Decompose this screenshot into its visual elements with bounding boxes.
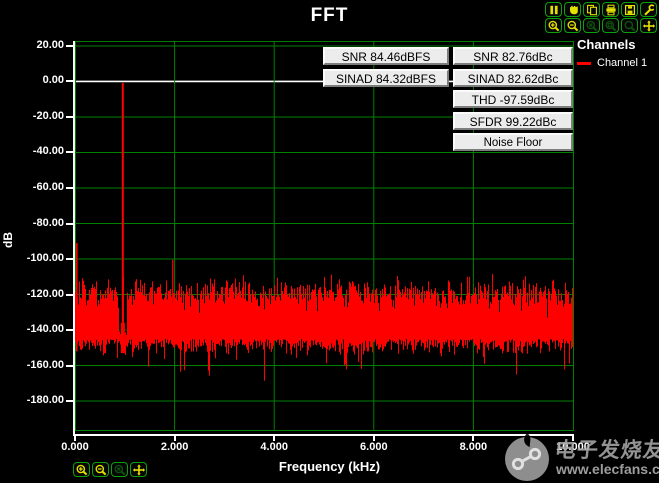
print-button[interactable]	[602, 2, 619, 17]
legend-title: Channels	[577, 37, 636, 52]
zoom-out-button[interactable]	[92, 462, 109, 477]
x-axis-line	[73, 434, 574, 436]
y-tick-label: 20.00	[36, 38, 64, 51]
legend-item-channel-1[interactable]: Channel 1	[577, 57, 647, 69]
y-tick-mark	[66, 44, 74, 47]
stat-sfdr-dbc: SFDR 99.22dBc	[453, 111, 573, 130]
x-tick-label: 0.000	[61, 441, 89, 453]
stat-thd-dbc: THD -97.59dBc	[453, 90, 573, 108]
elecfans-logo-icon	[505, 433, 549, 481]
y-tick-label: -180.00	[26, 394, 64, 407]
copy-button[interactable]	[583, 2, 600, 17]
channel-1-color-swatch	[577, 61, 591, 65]
stat-sinad-dbfs: SINAD 84.32dBFS	[323, 68, 449, 87]
x-tick-label: 6.000	[360, 441, 388, 453]
hand-grab-button[interactable]	[564, 2, 581, 17]
y-tick-label: -20.00	[32, 109, 64, 122]
wrench-settings-button[interactable]	[640, 2, 657, 17]
y-tick-mark	[66, 187, 74, 189]
channel-1-label: Channel 1	[597, 57, 648, 69]
channels-legend: Channels Channel 1	[577, 37, 647, 69]
zoom-fit-button[interactable]	[621, 18, 638, 33]
zoom-cancel-button[interactable]	[111, 462, 128, 477]
y-tick-label: -120.00	[26, 287, 64, 300]
fft-analyzer-window: FFT 20.00 0.00 -20.00 -40.00 -60.00 -80.00 -10…	[0, 0, 659, 483]
save-button[interactable]	[621, 2, 638, 17]
y-tick-mark	[66, 222, 74, 225]
y-tick-label: -160.00	[26, 358, 64, 371]
zoom-in-button[interactable]	[73, 462, 90, 477]
y-tick-mark	[66, 151, 74, 154]
y-tick-mark	[66, 258, 74, 261]
y-axis-title: dB	[1, 232, 15, 248]
graph-toolbar-bottom	[73, 462, 148, 478]
y-tick-mark	[66, 329, 74, 332]
pan-button[interactable]	[640, 18, 657, 33]
y-tick-label: -60.00	[32, 181, 64, 193]
stat-sinad-dbc: SINAD 82.62dBc	[453, 68, 573, 87]
y-tick-mark	[66, 115, 74, 118]
y-tick-mark	[66, 80, 74, 83]
pan-button[interactable]	[130, 462, 147, 477]
zoom-in-button[interactable]	[545, 18, 562, 33]
y-tick-mark	[66, 400, 74, 403]
zoom-box-button[interactable]	[602, 18, 619, 33]
stat-snr-dbc: SNR 82.76dBc	[453, 47, 573, 65]
stat-snr-dbfs: SNR 84.46dBFS	[323, 47, 449, 65]
graph-toolbar-top	[545, 2, 658, 33]
x-tick-label: 4.000	[260, 441, 288, 453]
y-tick-label: 0.00	[42, 74, 64, 87]
y-tick-mark	[66, 364, 74, 367]
stat-noise-floor: Noise Floor -129.55dBFS	[453, 133, 573, 166]
watermark-url-text: www.elecfans.com	[556, 461, 659, 477]
y-axis-line	[73, 41, 75, 435]
y-tick-label: -40.00	[32, 145, 64, 158]
elecfans-watermark: 电子发烧友 www.elecfans.com	[503, 431, 659, 483]
y-tick-mark	[66, 293, 74, 296]
zoom-out-button[interactable]	[564, 18, 581, 33]
watermark-cn-text: 电子发烧友	[553, 439, 659, 462]
x-tick-label: 8.000	[459, 441, 488, 453]
y-tick-label: -140.00	[26, 323, 64, 336]
zoom-cancel-button[interactable]	[583, 18, 600, 33]
pause-button[interactable]	[545, 2, 562, 17]
x-tick-label: 2.000	[160, 441, 189, 453]
